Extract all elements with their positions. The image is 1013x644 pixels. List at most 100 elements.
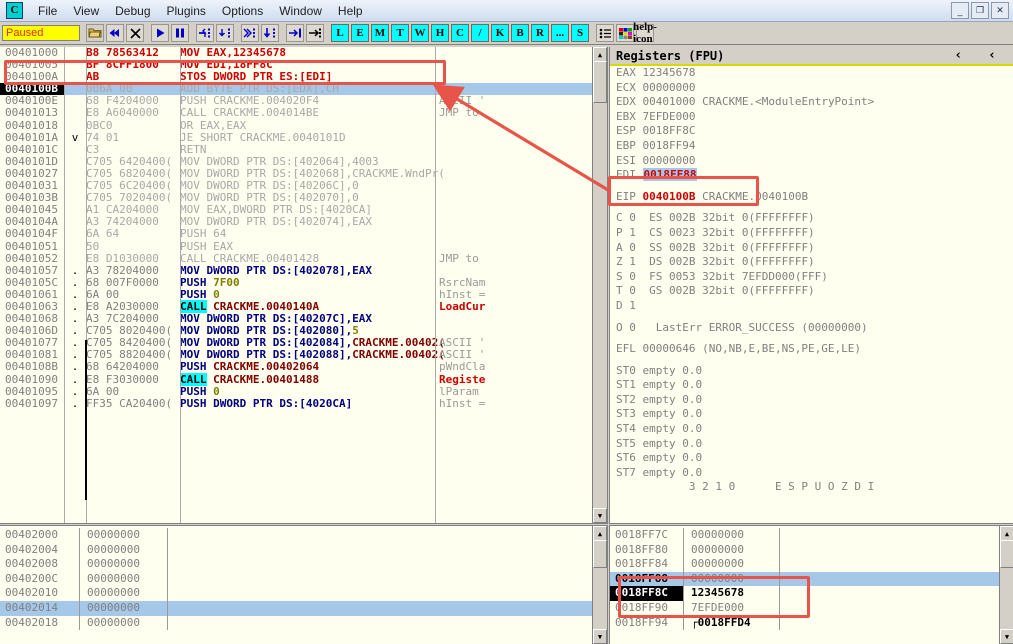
- register-value[interactable]: 00000000: [643, 81, 696, 94]
- menu-plugins[interactable]: Plugins: [159, 2, 214, 20]
- menu-help[interactable]: Help: [330, 2, 371, 20]
- close-program-icon[interactable]: [126, 24, 144, 42]
- registers-pane[interactable]: Registers (FPU) ‹ ‹ EAX 12345678 ECX 0000…: [609, 47, 1013, 524]
- pause-icon[interactable]: [171, 24, 189, 42]
- disassembly-rows[interactable]: 00401000 B8 78563412 MOV EAX,12345678 0040…: [0, 47, 607, 410]
- next-registers-icon[interactable]: ‹: [988, 48, 996, 63]
- register-edi[interactable]: EDI 0018FF88: [610, 168, 1013, 183]
- restart-icon[interactable]: [106, 24, 124, 42]
- flag-name[interactable]: S 0: [616, 270, 636, 283]
- segment-register[interactable]: DS 002B 32bit 0(FFFFFFFF): [636, 255, 815, 268]
- colors-icon[interactable]: [616, 24, 634, 42]
- dump-row[interactable]: 0040200C 00000000: [0, 571, 607, 587]
- scroll-down-icon[interactable]: ▼: [593, 508, 607, 523]
- executables-window-button[interactable]: E: [351, 24, 369, 42]
- restore-button[interactable]: ❐: [971, 2, 989, 19]
- register-value[interactable]: 0040100B: [643, 190, 696, 203]
- flag-p[interactable]: P 1 CS 0023 32bit 0(FFFFFFFF): [610, 226, 1013, 241]
- help-icon[interactable]: help-icon: [633, 21, 657, 45]
- disassembly-row[interactable]: 0040101A v 74 01 JE SHORT CRACKME.0040101D: [0, 131, 607, 144]
- fpu-st1[interactable]: ST1 empty 0.0: [610, 378, 1013, 393]
- flag-c[interactable]: C 0 ES 002B 32bit 0(FFFFFFFF): [610, 211, 1013, 226]
- dump-row[interactable]: 00402008 00000000: [0, 557, 607, 572]
- register-eax[interactable]: EAX 12345678: [610, 66, 1013, 81]
- list-icon[interactable]: [596, 24, 614, 42]
- registers-body[interactable]: EAX 12345678 ECX 00000000 EDX 00401000 CRA…: [610, 66, 1013, 495]
- flag-name[interactable]: T 0: [616, 284, 636, 297]
- dump-value[interactable]: 00000000: [80, 542, 168, 558]
- stack-row[interactable]: 0018FF8C 12345678: [610, 586, 1013, 601]
- menu-file[interactable]: File: [30, 2, 65, 20]
- scroll-thumb[interactable]: [593, 61, 607, 103]
- disassembly-row[interactable]: 00401057. A3 78204000 MOV DWORD PTR DS:[40…: [0, 264, 607, 277]
- stack-rows[interactable]: 0018FF7C 00000000 0018FF80 00000000 0018FF84…: [610, 526, 1013, 631]
- memory-window-button[interactable]: M: [371, 24, 389, 42]
- menu-options[interactable]: Options: [214, 2, 271, 20]
- disassembly-row[interactable]: 00401090. E8 F3030000 CALL CRACKME.0040148…: [0, 372, 607, 386]
- stack-value[interactable]: 7EFDE000: [684, 600, 780, 616]
- open-folder-icon[interactable]: [86, 24, 104, 42]
- disassembly-row[interactable]: 00401097. FF35 CA20400(PUSH DWORD PTR DS:…: [0, 397, 607, 410]
- fpu-register[interactable]: ST2 empty 0.0: [616, 393, 702, 406]
- flag-name[interactable]: P 1: [616, 226, 636, 239]
- step-over-icon[interactable]: [196, 24, 214, 42]
- flag-name[interactable]: C 0: [616, 211, 636, 224]
- stack-row[interactable]: 0018FF7C 00000000: [610, 528, 1013, 543]
- disassembly-scrollbar[interactable]: ▲ ▼: [592, 47, 607, 523]
- disassembly-pane[interactable]: 00401000 B8 78563412 MOV EAX,12345678 0040…: [0, 47, 608, 524]
- step-into-icon[interactable]: [216, 24, 234, 42]
- stack-row[interactable]: 0018FF80 00000000: [610, 542, 1013, 558]
- stack-pane[interactable]: 0018FF7C 00000000 0018FF80 00000000 0018FF84…: [609, 525, 1013, 644]
- register-ebx[interactable]: EBX 7EFDE000: [610, 110, 1013, 125]
- fpu-st3[interactable]: ST3 empty 0.0: [610, 407, 1013, 422]
- flag-a[interactable]: A 0 SS 002B 32bit 0(FFFFFFFF): [610, 241, 1013, 256]
- flag-s[interactable]: S 0 FS 0053 32bit 7EFDD000(FFF): [610, 270, 1013, 285]
- dump-value[interactable]: 00000000: [80, 615, 168, 631]
- disassembly-row[interactable]: 0040104F 6A 64 PUSH 64: [0, 228, 607, 240]
- disassembly-row[interactable]: 00401013 E8 A6040000 CALL CRACKME.004014B…: [0, 107, 607, 119]
- fpu-st7[interactable]: ST7 empty 0.0: [610, 466, 1013, 481]
- references-button[interactable]: R: [531, 24, 549, 42]
- register-value[interactable]: 7EFDE000: [643, 110, 696, 123]
- source-button[interactable]: S: [571, 24, 589, 42]
- stack-value[interactable]: ┌0018FFD4: [684, 615, 780, 631]
- fpu-st4[interactable]: ST4 empty 0.0: [610, 422, 1013, 437]
- dump-value[interactable]: 00000000: [80, 528, 168, 543]
- animate-icon[interactable]: [306, 24, 324, 42]
- stack-value[interactable]: 00000000: [684, 528, 780, 543]
- register-value[interactable]: 00401000: [643, 95, 696, 108]
- minimize-button[interactable]: _: [951, 2, 969, 19]
- segment-register[interactable]: GS 002B 32bit 0(FFFFFFFF): [636, 284, 815, 297]
- register-eip[interactable]: EIP 0040100B CRACKME.0040100B: [610, 190, 1013, 205]
- registers-nav-arrows[interactable]: ‹ ‹: [954, 48, 1013, 63]
- register-value[interactable]: 0018FF88: [642, 168, 698, 182]
- close-button[interactable]: ✕: [991, 2, 1009, 19]
- menu-view[interactable]: View: [65, 2, 107, 20]
- dump-value[interactable]: 00000000: [80, 557, 168, 572]
- lasterr-line[interactable]: O 0 LastErr ERROR_SUCCESS (00000000): [610, 321, 1013, 336]
- fpu-st0[interactable]: ST0 empty 0.0: [610, 364, 1013, 379]
- segment-register[interactable]: CS 0023 32bit 0(FFFFFFFF): [636, 226, 815, 239]
- stack-scroll-down-icon[interactable]: ▼: [1000, 629, 1013, 644]
- fpu-st2[interactable]: ST2 empty 0.0: [610, 393, 1013, 408]
- segment-register[interactable]: SS 002B 32bit 0(FFFFFFFF): [636, 241, 815, 254]
- trace-over-icon[interactable]: [241, 24, 259, 42]
- menu-debug[interactable]: Debug: [107, 2, 158, 20]
- dump-scrollbar[interactable]: ▲ ▼: [592, 526, 607, 644]
- flag-name[interactable]: D 1: [616, 299, 636, 312]
- stack-row[interactable]: 0018FF84 00000000: [610, 557, 1013, 572]
- register-esp[interactable]: ESP 0018FF8C: [610, 124, 1013, 139]
- flag-z[interactable]: Z 1 DS 002B 32bit 0(FFFFFFFF): [610, 255, 1013, 270]
- fpu-st6[interactable]: ST6 empty 0.0: [610, 451, 1013, 466]
- windows-window-button[interactable]: W: [411, 24, 429, 42]
- fpu-footer[interactable]: 3 2 1 0 E S P U O Z D I: [610, 480, 1013, 495]
- dump-row[interactable]: 00402000 00000000: [0, 528, 607, 543]
- fpu-register[interactable]: ST1 empty 0.0: [616, 378, 702, 391]
- menu-window[interactable]: Window: [271, 2, 330, 20]
- call-stack-button[interactable]: K: [491, 24, 509, 42]
- dump-value[interactable]: 00000000: [80, 586, 168, 601]
- dump-scroll-up-icon[interactable]: ▲: [593, 526, 607, 541]
- register-ebp[interactable]: EBP 0018FF94: [610, 139, 1013, 154]
- dump-scroll-down-icon[interactable]: ▼: [593, 629, 607, 644]
- prev-registers-icon[interactable]: ‹: [954, 48, 962, 63]
